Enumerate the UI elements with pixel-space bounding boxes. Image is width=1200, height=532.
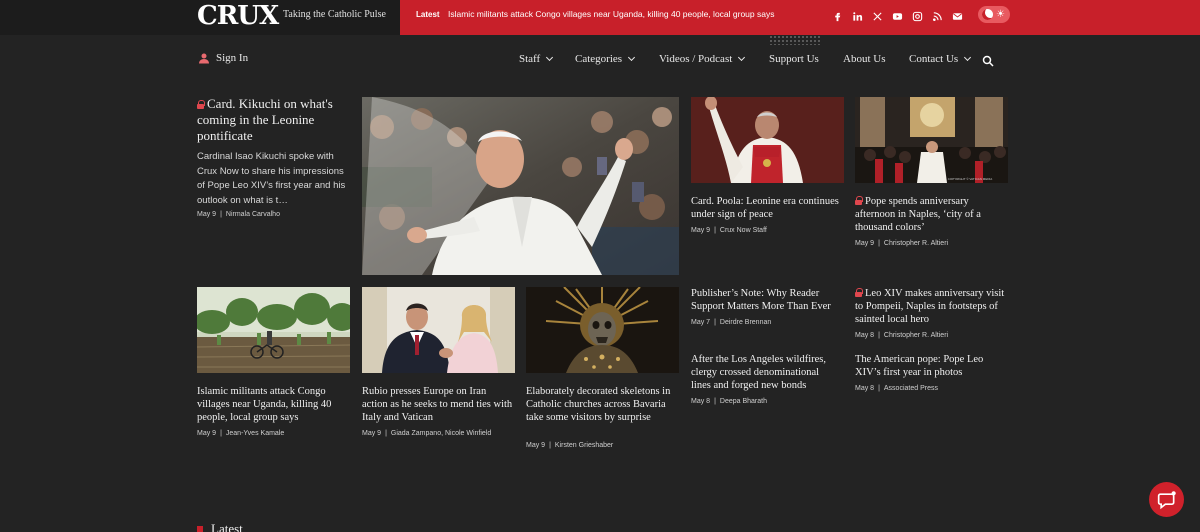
story-image[interactable] [362, 287, 515, 373]
story-meta: May 9 | Kirsten Grieshaber [526, 442, 614, 449]
rss-icon[interactable] [930, 9, 944, 23]
story-author-link[interactable]: Nirmala Carvalho [226, 211, 280, 218]
nav-item-contact-us[interactable]: Contact Us [909, 53, 972, 65]
nav-item-videos-podcast[interactable]: Videos / Podcast [659, 53, 746, 65]
story-headline[interactable]: Rubio presses Europe on Iran action as h… [362, 385, 514, 424]
story-headline[interactable]: Card. Poola: Leonine era continues under… [691, 195, 841, 221]
story-author-link[interactable]: Deirdre Brennan [720, 319, 771, 326]
sign-in-label: Sign In [216, 52, 249, 64]
story-headline[interactable]: Leo XIV makes anniversary visit to Pompe… [855, 287, 1005, 326]
theme-toggle[interactable]: ☀ [978, 6, 1010, 23]
chat-support-button[interactable] [1149, 482, 1184, 517]
story-headline[interactable]: Pope spends anniversary afternoon in Nap… [855, 195, 1005, 234]
sun-icon: ☀ [996, 9, 1005, 20]
headline-text: Pope spends anniversary afternoon in Nap… [855, 196, 981, 233]
main-nav: Sign In Staff Categories Videos / Podcas… [0, 35, 1200, 85]
nav-item-about-us[interactable]: About Us [843, 53, 885, 65]
breaking-news-bar: Latest Islamic militants attack Congo vi… [400, 0, 1200, 35]
latest-section-heading: Latest [197, 521, 243, 532]
story-author-link[interactable]: Kirsten Grieshaber [555, 442, 613, 449]
story-date: May 9 [197, 430, 217, 437]
nav-item-label: About Us [843, 53, 886, 65]
instagram-icon[interactable] [910, 9, 924, 23]
linkedin-icon[interactable] [850, 9, 864, 23]
nav-item-categories[interactable]: Categories [575, 53, 636, 65]
section-title: Latest [211, 521, 243, 532]
image-watermark: COPYRIGHT © VATICAN MEDIA [948, 177, 993, 181]
story-date: May 9 [855, 240, 875, 247]
headline-text: Leo XIV makes anniversary visit to Pompe… [855, 288, 1005, 325]
story-date: May 8 [855, 332, 875, 339]
story-meta: May 8 | Deepa Bharath [691, 398, 767, 405]
chevron-down-icon [964, 53, 972, 62]
story-meta: May 9 | Crux Now Staff [691, 227, 767, 234]
story-headline[interactable]: Islamic militants attack Congo villages … [197, 385, 349, 424]
story-image[interactable]: COPYRIGHT © VATICAN MEDIA [855, 97, 1008, 183]
chevron-down-icon [546, 53, 554, 62]
email-icon[interactable] [950, 9, 964, 23]
nav-item-label: Videos / Podcast [659, 53, 733, 65]
story-image[interactable] [197, 287, 350, 373]
lock-icon [855, 288, 863, 297]
decorative-dot-pattern [769, 35, 821, 45]
story-author-link[interactable]: Crux Now Staff [720, 227, 767, 234]
headline-text: Card. Kikuchi on what's coming in the Le… [197, 96, 333, 143]
ticker-headline-link[interactable]: Islamic militants attack Congo villages … [448, 9, 774, 19]
featured-image[interactable] [362, 97, 679, 275]
chat-icon [1157, 490, 1176, 509]
site-tagline: Taking the Catholic Pulse [283, 9, 386, 20]
nav-item-support-us[interactable]: Support Us [769, 53, 819, 65]
story-headline[interactable]: After the Los Angeles wildfires, clergy … [691, 353, 841, 392]
facebook-icon[interactable] [830, 9, 844, 23]
story-author-link[interactable]: Jean-Yves Kamale [226, 430, 284, 437]
story-author-link[interactable]: Christopher R. Altieri [884, 332, 948, 339]
story-headline[interactable]: The American pope: Pope Leo XIV’s first … [855, 353, 1005, 379]
story-meta: May 8 | Christopher R. Altieri [855, 332, 949, 339]
story-meta: May 9 | Christopher R. Altieri [855, 240, 949, 247]
ticker-label: Latest [416, 10, 440, 19]
moon-icon [982, 9, 993, 20]
story-date: May 8 [855, 385, 875, 392]
x-icon[interactable] [870, 9, 884, 23]
nav-item-label: Support Us [769, 53, 819, 65]
nav-item-staff[interactable]: Staff [519, 53, 554, 65]
story-author-link[interactable]: Deepa Bharath [720, 398, 767, 405]
story-meta: May 7 | Deirdre Brennan [691, 319, 772, 326]
site-logo[interactable]: CRUX [197, 1, 279, 31]
chevron-down-icon [738, 53, 746, 62]
story-headline[interactable]: Elaborately decorated skeletons in Catho… [526, 385, 678, 424]
story-date: May 9 [197, 211, 217, 218]
story-meta: May 9 | Jean-Yves Kamale [197, 430, 285, 437]
story-author-link[interactable]: Christopher R. Altieri [884, 240, 948, 247]
story-meta: May 8 | Associated Press [855, 385, 938, 392]
story-author-link[interactable]: Giada Zampano, Nicole Winfield [391, 430, 491, 437]
story-date: May 9 [362, 430, 382, 437]
story-meta: May 9 | Giada Zampano, Nicole Winfield [362, 430, 492, 437]
nav-item-label: Categories [575, 53, 623, 65]
chevron-down-icon [628, 53, 636, 62]
story-author-link[interactable]: Associated Press [884, 385, 938, 392]
section-marker [197, 526, 203, 532]
lock-icon [197, 100, 205, 109]
featured-meta: May 9 | Nirmala Carvalho [197, 211, 280, 218]
nav-item-label: Staff [519, 53, 541, 65]
featured-headline[interactable]: Card. Kikuchi on what's coming in the Le… [197, 96, 352, 144]
featured-dek: Cardinal Isao Kikuchi spoke with Crux No… [197, 151, 346, 206]
story-image[interactable] [691, 97, 844, 183]
search-icon[interactable] [982, 54, 994, 67]
nav-item-label: Contact Us [909, 53, 959, 65]
story-image[interactable] [526, 287, 679, 373]
story-date: May 9 [691, 227, 711, 234]
story-date: May 9 [526, 442, 546, 449]
sign-in-link[interactable]: Sign In [198, 52, 248, 64]
story-headline[interactable]: Publisher’s Note: Why Reader Support Mat… [691, 287, 846, 313]
user-icon [199, 53, 209, 64]
story-date: May 8 [691, 398, 711, 405]
story-date: May 7 [691, 319, 711, 326]
youtube-icon[interactable] [890, 9, 904, 23]
lock-icon [855, 196, 863, 205]
top-bar: CRUX Taking the Catholic Pulse Latest Is… [0, 0, 1200, 35]
